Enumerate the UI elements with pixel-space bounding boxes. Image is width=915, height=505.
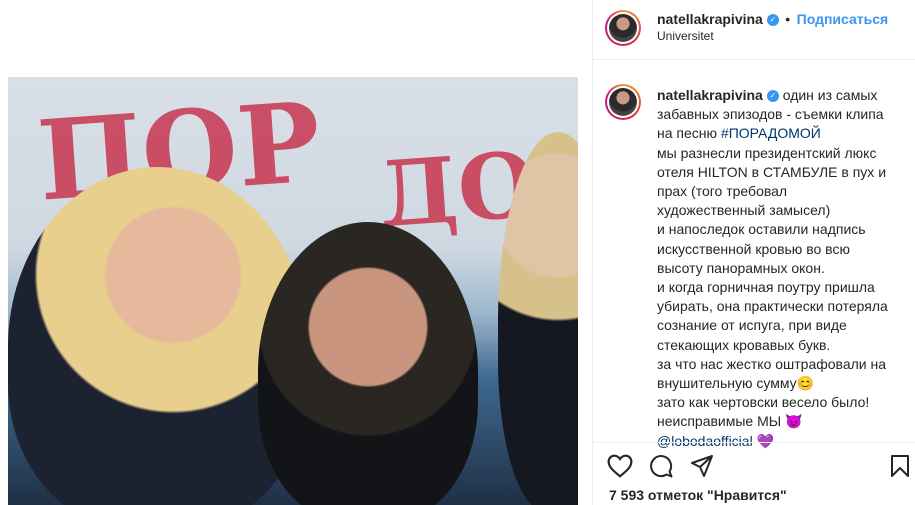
share-icon[interactable] bbox=[690, 454, 714, 478]
location-link[interactable]: Universitet bbox=[657, 29, 714, 43]
caption-line: высоту панорамных окон. bbox=[657, 259, 825, 276]
caption-line: стекающих кровавых букв. bbox=[657, 336, 831, 353]
header-separator: • bbox=[785, 11, 791, 27]
verified-badge-icon: ✓ bbox=[766, 90, 779, 103]
caption-line: сознание от испуга, при виде bbox=[657, 317, 847, 334]
caption-line: отеля HILTON в СТАМБУЛЕ в пух и bbox=[657, 163, 887, 180]
caption-line: неисправимые МЫ 😈 bbox=[657, 413, 803, 430]
actions-divider bbox=[593, 442, 915, 443]
caption-line: забавных эпизодов - съемки клипа bbox=[657, 106, 884, 123]
caption-line: искусственной кровью во всю bbox=[657, 240, 850, 257]
mention-link[interactable]: @lobodaofficial bbox=[657, 433, 753, 449]
avatar[interactable] bbox=[605, 10, 641, 46]
caption-line: убирать, она практически потеряла bbox=[657, 298, 888, 315]
bookmark-icon[interactable] bbox=[889, 454, 911, 478]
media-area: ПОР ДО bbox=[0, 0, 592, 505]
post-header: natellakrapivina ✓ • Подписаться Universi… bbox=[593, 0, 915, 60]
caption-line: художественный замысел) bbox=[657, 202, 831, 219]
caption-line: внушительную сумму😊 bbox=[657, 375, 815, 392]
follow-button[interactable]: Подписаться bbox=[797, 11, 889, 27]
caption-line: и когда горничная поутру пришла bbox=[657, 279, 875, 296]
caption-username[interactable]: natellakrapivina bbox=[657, 87, 763, 103]
heart-icon[interactable] bbox=[607, 454, 633, 478]
caption-avatar[interactable] bbox=[605, 84, 641, 120]
verified-badge-icon: ✓ bbox=[766, 13, 779, 26]
comment-icon[interactable] bbox=[648, 454, 674, 478]
caption-line: и напоследок оставили надпись bbox=[657, 221, 866, 238]
caption-line: за что нас жестко оштрафовали на bbox=[657, 355, 887, 372]
post-caption: natellakrapivina ✓ один из самых забавных… bbox=[657, 86, 902, 451]
hashtag-link[interactable]: #ПОРАДОМОЙ bbox=[721, 125, 821, 141]
mention-emoji: 💜 bbox=[756, 432, 775, 449]
post-photo[interactable]: ПОР ДО bbox=[8, 77, 578, 505]
panel-divider bbox=[592, 0, 593, 505]
caption-line: прах (того требовал bbox=[657, 183, 788, 200]
caption-line: зато как чертовски весело было! bbox=[657, 394, 870, 411]
likes-count[interactable]: 7 593 отметок "Нравится" bbox=[609, 487, 787, 503]
caption-line: один из самых bbox=[782, 87, 878, 103]
caption-line: мы разнесли президентский люкс bbox=[657, 144, 877, 161]
caption-line: на песню bbox=[657, 125, 721, 142]
photo-person-center bbox=[258, 222, 478, 505]
header-username[interactable]: natellakrapivina bbox=[657, 11, 763, 27]
